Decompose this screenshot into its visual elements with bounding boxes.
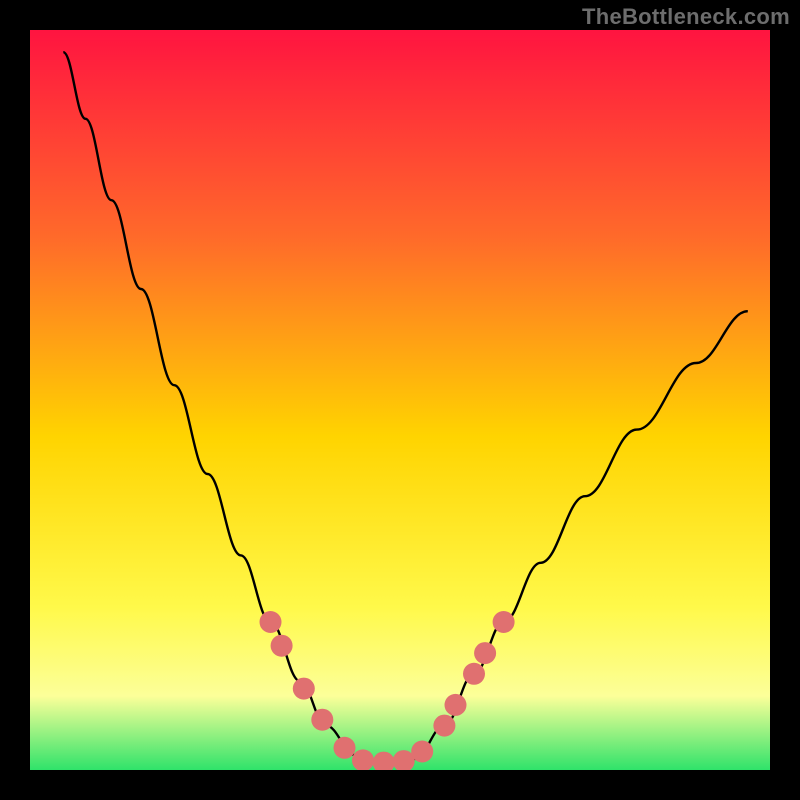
data-marker — [293, 678, 315, 700]
watermark-label: TheBottleneck.com — [582, 4, 790, 30]
data-marker — [445, 694, 467, 716]
chart-stage: TheBottleneck.com — [0, 0, 800, 800]
chart-background — [30, 30, 770, 770]
data-marker — [411, 741, 433, 763]
data-marker — [260, 611, 282, 633]
data-marker — [271, 635, 293, 657]
data-marker — [474, 642, 496, 664]
data-marker — [311, 709, 333, 731]
data-marker — [433, 715, 455, 737]
data-marker — [463, 663, 485, 685]
bottleneck-chart — [30, 30, 770, 770]
data-marker — [334, 737, 356, 759]
data-marker — [493, 611, 515, 633]
